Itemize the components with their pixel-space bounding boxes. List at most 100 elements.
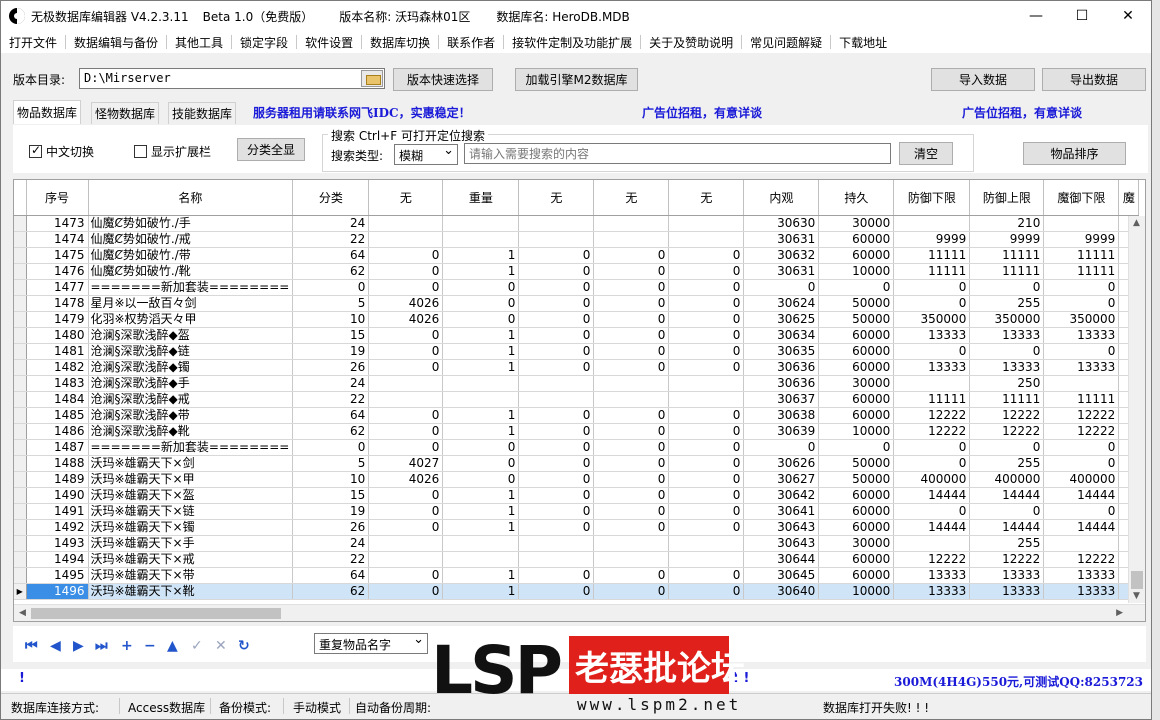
table-cell[interactable]: 30644 [743, 551, 820, 568]
table-cell[interactable]: 1489 [26, 471, 89, 488]
row-indicator[interactable] [14, 375, 27, 392]
table-cell[interactable]: 12222 [969, 423, 1045, 440]
table-row[interactable]: 1487 =======新加套装======== 0 0 0 0 0 0 0 0 0 0 0 [14, 439, 1140, 456]
column-header[interactable]: 重量 [442, 180, 520, 216]
item-name-cell[interactable]: 沃玛※雄霸天下×戒 [88, 551, 294, 568]
table-cell[interactable]: 1480 [26, 327, 89, 344]
table-cell[interactable]: 1477 [26, 279, 89, 296]
item-name-cell[interactable]: 沃玛※雄霸天下×链 [88, 503, 294, 520]
table-cell[interactable]: 9999 [969, 231, 1045, 248]
horizontal-scrollbar[interactable]: ◀ ▶ [14, 604, 1145, 621]
table-cell[interactable]: 0 [668, 407, 745, 424]
table-cell[interactable]: 0 [593, 279, 670, 296]
table-cell[interactable] [593, 215, 670, 232]
table-cell[interactable]: 0 [518, 327, 595, 344]
table-cell[interactable] [518, 391, 595, 408]
table-cell[interactable]: 0 [518, 503, 595, 520]
row-indicator[interactable] [14, 503, 27, 520]
table-cell[interactable] [668, 551, 745, 568]
table-cell[interactable]: 0 [668, 519, 745, 536]
table-cell[interactable]: 0 [668, 279, 745, 296]
table-cell[interactable]: 0 [893, 439, 971, 456]
table-cell[interactable]: 1 [442, 503, 520, 520]
table-cell[interactable]: 4026 [368, 311, 444, 328]
table-cell[interactable]: 0 [668, 247, 745, 264]
table-row[interactable]: 1494 沃玛※雄霸天下×戒 22 30644 60000 12222 12222 12222 [14, 551, 1140, 568]
table-cell[interactable] [442, 375, 520, 392]
table-cell[interactable]: 30000 [818, 375, 895, 392]
table-cell[interactable]: 0 [518, 279, 595, 296]
table-cell[interactable]: 13333 [969, 583, 1045, 600]
table-cell[interactable]: 26 [292, 359, 370, 376]
table-cell[interactable]: 15 [292, 327, 370, 344]
table-cell[interactable]: 0 [668, 567, 745, 584]
table-cell[interactable]: 13333 [969, 567, 1045, 584]
table-cell[interactable]: 60000 [818, 503, 895, 520]
table-cell[interactable]: 60000 [818, 343, 895, 360]
scroll-right-arrow-icon[interactable]: ▶ [1116, 608, 1123, 618]
table-cell[interactable]: 0 [969, 343, 1045, 360]
table-cell[interactable]: 350000 [893, 311, 971, 328]
table-cell[interactable] [518, 231, 595, 248]
table-cell[interactable]: 0 [743, 279, 820, 296]
table-cell[interactable]: 0 [368, 343, 444, 360]
tab-monster-database[interactable]: 怪物数据库 [91, 102, 160, 124]
post-record-icon[interactable]: ✓ [191, 638, 203, 654]
menu-data-edit-backup[interactable]: 数据编辑与备份 [66, 34, 166, 51]
table-cell[interactable]: 30643 [743, 519, 820, 536]
table-cell[interactable]: 1487 [26, 439, 89, 456]
item-name-cell[interactable]: 沃玛※雄霸天下×剑 [88, 455, 294, 472]
table-cell[interactable]: 0 [518, 567, 595, 584]
table-cell[interactable]: 4026 [368, 471, 444, 488]
column-header[interactable]: 无 [668, 180, 745, 216]
table-cell[interactable]: 0 [518, 471, 595, 488]
table-cell[interactable]: 1481 [26, 343, 89, 360]
table-row[interactable]: 1488 沃玛※雄霸天下×剑 5 4027 0 0 0 0 30626 50000 0 255 0 [14, 455, 1140, 472]
column-header[interactable]: 序号 [26, 180, 89, 216]
table-cell[interactable]: 5 [292, 295, 370, 312]
table-cell[interactable]: 22 [292, 551, 370, 568]
row-indicator[interactable] [14, 471, 27, 488]
table-cell[interactable]: 0 [593, 359, 670, 376]
import-data-button[interactable]: 导入数据 [931, 68, 1035, 91]
table-cell[interactable] [518, 535, 595, 552]
table-cell[interactable]: 1 [442, 359, 520, 376]
table-cell[interactable]: 0 [442, 295, 520, 312]
table-cell[interactable]: 15 [292, 487, 370, 504]
table-cell[interactable]: 26 [292, 519, 370, 536]
column-header[interactable]: 名称 [88, 180, 294, 216]
column-header[interactable]: 内观 [743, 180, 820, 216]
table-cell[interactable]: 30632 [743, 247, 820, 264]
table-cell[interactable]: 11111 [1043, 391, 1120, 408]
table-cell[interactable]: 10000 [818, 423, 895, 440]
table-cell[interactable]: 0 [668, 359, 745, 376]
table-cell[interactable]: 30626 [743, 455, 820, 472]
table-cell[interactable]: 255 [969, 455, 1045, 472]
table-cell[interactable] [368, 375, 444, 392]
table-cell[interactable]: 1482 [26, 359, 89, 376]
export-data-button[interactable]: 导出数据 [1042, 68, 1146, 91]
table-cell[interactable]: 19 [292, 343, 370, 360]
table-cell[interactable]: 0 [593, 407, 670, 424]
table-cell[interactable]: 30636 [743, 359, 820, 376]
table-cell[interactable]: 0 [893, 343, 971, 360]
table-cell[interactable]: 13333 [969, 359, 1045, 376]
table-cell[interactable]: 4027 [368, 455, 444, 472]
search-input[interactable] [464, 143, 891, 164]
item-name-cell[interactable]: =======新加套装======== [88, 279, 294, 296]
table-row[interactable]: 1473 仙魔Ȼ势如破竹./手 24 30630 30000 210 [14, 215, 1140, 232]
table-cell[interactable]: 13333 [893, 359, 971, 376]
table-cell[interactable]: 1485 [26, 407, 89, 424]
table-cell[interactable]: 13333 [1043, 583, 1120, 600]
table-cell[interactable] [668, 215, 745, 232]
scroll-up-arrow-icon[interactable]: ▲ [1133, 218, 1140, 228]
chinese-toggle-checkbox[interactable]: 中文切换 [29, 143, 94, 160]
table-cell[interactable]: 255 [969, 535, 1045, 552]
item-name-cell[interactable]: 仙魔Ȼ势如破竹./戒 [88, 231, 294, 248]
table-cell[interactable] [1043, 375, 1120, 392]
table-row[interactable]: 1485 沧澜§深歌浅醉◆带 64 0 1 0 0 0 30638 60000 12222 12222… [14, 407, 1140, 424]
table-cell[interactable]: 30625 [743, 311, 820, 328]
menu-switch-database[interactable]: 数据库切换 [362, 34, 438, 51]
item-sort-button[interactable]: 物品排序 [1023, 142, 1126, 165]
table-cell[interactable] [442, 231, 520, 248]
